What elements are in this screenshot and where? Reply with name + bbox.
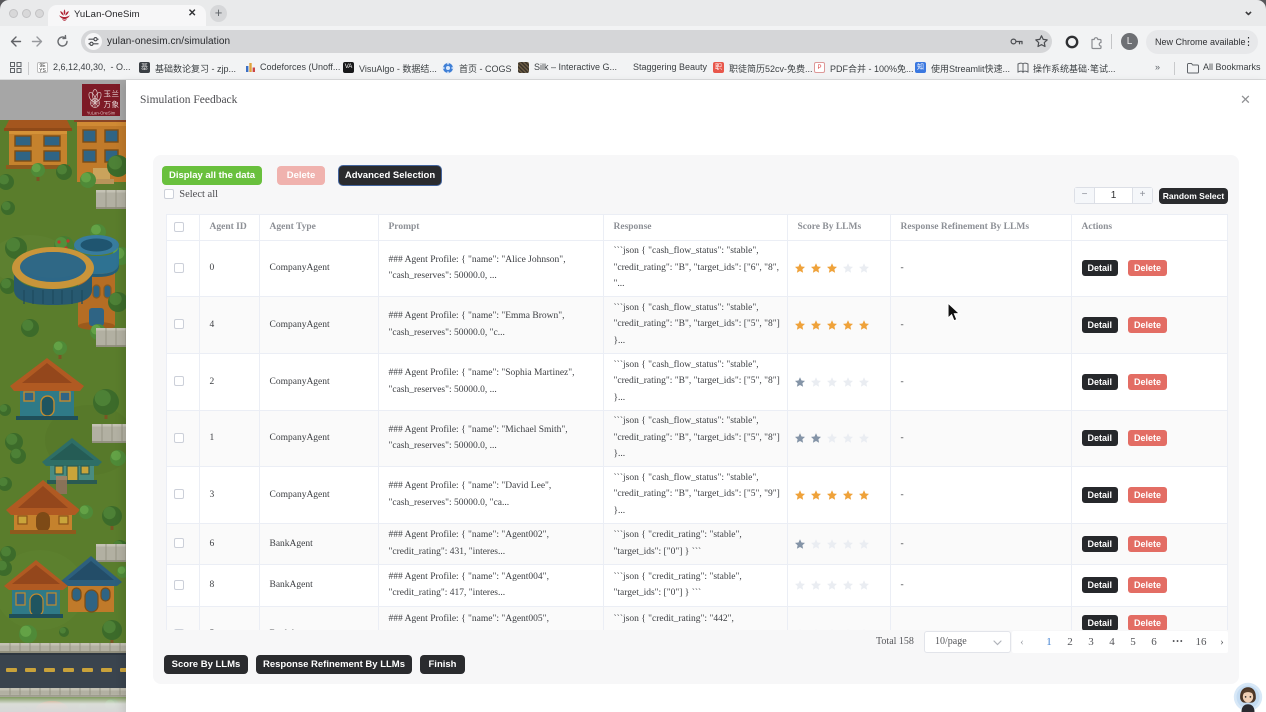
svg-text:YuLan-OneSim: YuLan-OneSim [87, 111, 116, 116]
svg-text:兰: 兰 [112, 89, 120, 99]
svg-text:万: 万 [104, 100, 112, 109]
svg-text:象: 象 [112, 99, 120, 109]
svg-text:玉: 玉 [104, 90, 112, 99]
